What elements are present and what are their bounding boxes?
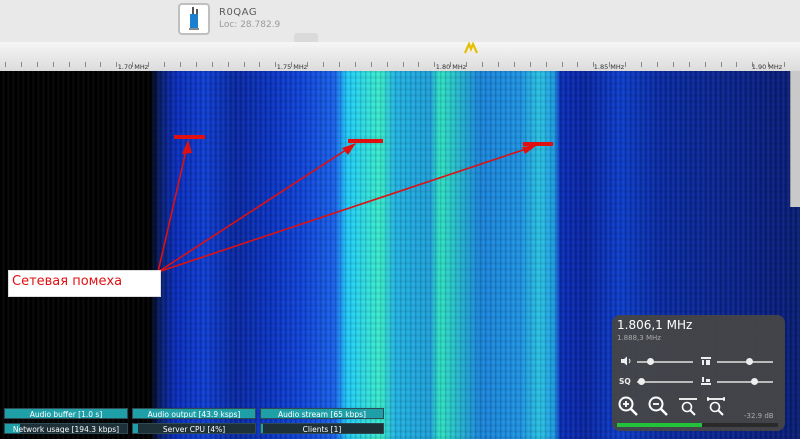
waterfall-max-slider[interactable] xyxy=(717,358,773,365)
arrowhead-3 xyxy=(522,145,537,154)
volume-slider-knob[interactable] xyxy=(646,358,654,365)
volume-icon[interactable] xyxy=(620,356,632,366)
waterfall-min-slider-knob[interactable] xyxy=(750,378,758,385)
zoom-out-icon[interactable] xyxy=(647,395,669,417)
signal-level-fill xyxy=(617,423,703,427)
waterfall-min-icon[interactable] xyxy=(700,376,712,386)
arrow-2 xyxy=(157,143,356,273)
signal-level-meter xyxy=(617,423,778,427)
arrowhead-1 xyxy=(182,140,192,154)
arrow-1 xyxy=(157,141,189,273)
zoom-fit-icon[interactable] xyxy=(677,395,699,417)
control-panel: 1.806,1 MHz 1.888,3 MHz SQ -32.9 dB xyxy=(612,315,785,431)
clients-status: Clients [1] xyxy=(260,423,384,434)
squelch-icon[interactable]: SQ xyxy=(619,376,631,386)
arrow-3 xyxy=(157,145,536,273)
secondary-frequency: 1.888,3 MHz xyxy=(617,334,661,342)
waterfall-max-slider-knob[interactable] xyxy=(746,358,754,365)
audio-stream-status: Audio stream [65 kbps] xyxy=(260,408,384,419)
signal-level-db: -32.9 dB xyxy=(744,412,774,420)
waterfall-min-slider[interactable] xyxy=(717,378,773,385)
waterfall-max-icon[interactable] xyxy=(700,356,712,366)
network-usage-status: Network usage [194.3 kbps] xyxy=(4,423,128,434)
squelch-slider-knob[interactable] xyxy=(638,378,646,385)
volume-slider[interactable] xyxy=(637,358,693,365)
audio-buffer-status: Audio buffer [1.0 s] xyxy=(4,408,128,419)
zoom-in-icon[interactable] xyxy=(617,395,639,417)
annotation-label: Сетевая помеха xyxy=(12,274,123,289)
annotation-label-box: Сетевая помеха xyxy=(8,270,161,297)
server-cpu-status: Server CPU [4%] xyxy=(132,423,256,434)
squelch-slider[interactable] xyxy=(637,378,693,385)
svg-text:SQ: SQ xyxy=(619,377,631,386)
audio-output-status: Audio output [43.9 ksps] xyxy=(132,408,256,419)
arrowhead-2 xyxy=(342,143,356,155)
current-frequency[interactable]: 1.806,1 MHz xyxy=(617,318,692,332)
zoom-reset-icon[interactable] xyxy=(705,395,727,417)
